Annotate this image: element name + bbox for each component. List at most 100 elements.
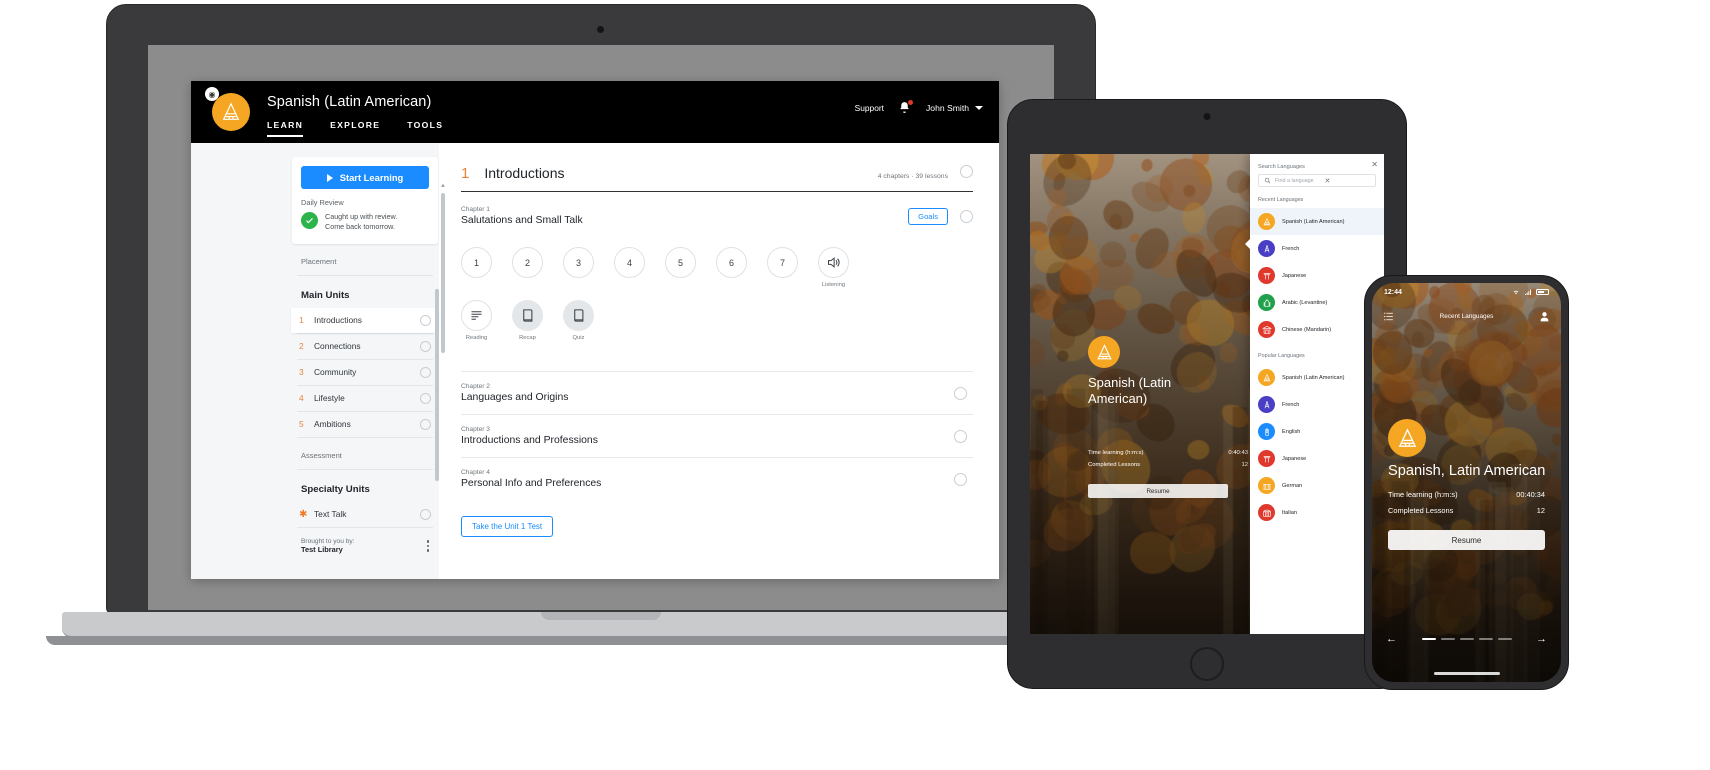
chevron-down-icon xyxy=(975,106,983,110)
sidebar-unit-lifestyle[interactable]: 4 Lifestyle xyxy=(291,386,439,411)
brought-by-label: Brought to you by: xyxy=(301,537,355,545)
tablet-resume-button[interactable]: Resume xyxy=(1088,484,1228,498)
stat-label: Completed Lessons xyxy=(1388,506,1454,515)
stat-label: Completed Lessons xyxy=(1088,462,1141,468)
progress-ring-icon xyxy=(420,508,431,520)
lesson-2-button[interactable]: 2 xyxy=(512,247,543,278)
book-icon[interactable] xyxy=(563,300,594,331)
placement-label[interactable]: Placement xyxy=(291,244,439,275)
laptop-camera-icon xyxy=(597,26,604,33)
pyramid-icon xyxy=(1088,336,1120,368)
list-menu-icon[interactable] xyxy=(1382,310,1395,323)
activity-item: Quiz xyxy=(563,300,594,341)
laptop-notch xyxy=(541,612,661,620)
play-icon xyxy=(326,173,333,182)
assessment-label[interactable]: Assessment xyxy=(291,438,439,469)
unit-label: Text Talk xyxy=(314,509,347,520)
torii-gate-icon xyxy=(1258,450,1275,467)
tablet-device: Spanish (Latin American) Time learning (… xyxy=(1007,99,1407,689)
lesson-5-button[interactable]: 5 xyxy=(665,247,696,278)
phone-device: 12:44 Recent Languages Spanish, Latin Am… xyxy=(1364,275,1569,690)
take-unit-test-button[interactable]: Take the Unit 1 Test xyxy=(461,516,554,537)
start-learning-button[interactable]: Start Learning xyxy=(301,166,429,189)
language-name: German xyxy=(1282,482,1303,489)
sidebar-unit-ambitions[interactable]: 5 Ambitions xyxy=(291,412,439,437)
clear-icon[interactable]: ✕ xyxy=(1325,177,1371,185)
unit-header: 1 Introductions 4 chapters · 39 lessons xyxy=(461,165,973,182)
pyramid-icon xyxy=(1258,369,1275,386)
pyramid-icon[interactable] xyxy=(212,93,250,131)
lesson-7-button[interactable]: 7 xyxy=(767,247,798,278)
chapter-row[interactable]: Chapter 4 Personal Info and Preferences xyxy=(461,457,973,500)
scroll-up-icon[interactable]: ▲ xyxy=(440,183,446,189)
nav-item-learn[interactable]: LEARN xyxy=(267,120,304,137)
lesson-3-button[interactable]: 3 xyxy=(563,247,594,278)
reading-lines-icon[interactable] xyxy=(461,300,492,331)
eiffel-tower-icon xyxy=(1258,396,1275,413)
unit-number: 4 xyxy=(299,393,304,404)
book-icon[interactable] xyxy=(512,300,543,331)
notification-bell-icon[interactable] xyxy=(898,100,913,115)
nav-item-explore[interactable]: EXPLORE xyxy=(330,120,380,137)
language-item-french[interactable]: French xyxy=(1250,235,1384,262)
language-name: Spanish (Latin American) xyxy=(1282,218,1345,225)
nav-item-tools[interactable]: TOOLS xyxy=(407,120,443,137)
chapter-label: Chapter 1 xyxy=(461,206,490,213)
eiffel-tower-icon xyxy=(1258,240,1275,257)
chapter-progress-ring-icon xyxy=(954,386,967,400)
unit-label: Connections xyxy=(314,341,361,352)
phone-home-indicator[interactable] xyxy=(1433,672,1500,675)
activity-label: Reading xyxy=(465,335,488,341)
big-ben-icon xyxy=(1258,423,1275,440)
unit-number: 5 xyxy=(299,419,304,430)
tablet-camera-icon xyxy=(1203,113,1211,120)
temple-icon xyxy=(1258,321,1275,338)
unit-number: 3 xyxy=(299,367,304,378)
close-icon[interactable]: ✕ xyxy=(1371,160,1378,169)
phone-stat-lessons: Completed Lessons 12 xyxy=(1388,506,1545,515)
account-icon[interactable] xyxy=(1538,310,1551,323)
arrow-right-icon[interactable]: → xyxy=(1536,633,1547,645)
check-circle-icon xyxy=(301,212,318,229)
user-menu[interactable]: John Smith xyxy=(926,103,983,113)
topbar-right-actions: Support John Smith xyxy=(855,100,983,115)
sidebar-unit-introductions[interactable]: 1 Introductions xyxy=(291,307,439,333)
page-dots xyxy=(1421,638,1512,640)
page-dot[interactable] xyxy=(1497,638,1512,640)
page-dot[interactable] xyxy=(1440,638,1455,640)
lesson-item: 2 xyxy=(512,247,543,278)
sidebar-unit-connections[interactable]: 2 Connections xyxy=(291,334,439,359)
search-placeholder: Find a language xyxy=(1275,177,1314,184)
chapter-row[interactable]: Chapter 3 Introductions and Professions xyxy=(461,414,973,457)
laptop-foot xyxy=(46,636,1156,645)
language-search-input[interactable]: Find a language ✕ xyxy=(1258,174,1376,187)
language-item-spanish[interactable]: Spanish (Latin American) xyxy=(1250,208,1384,235)
chapter-progress-ring-icon xyxy=(960,209,973,223)
sidebar-unit-text-talk[interactable]: ✱ Text Talk xyxy=(291,502,439,527)
arrow-left-icon[interactable]: ← xyxy=(1386,633,1397,645)
activity-label: Quiz xyxy=(572,335,585,341)
chapter-row[interactable]: Chapter 2 Languages and Origins xyxy=(461,371,973,414)
listening-item: Listening xyxy=(818,247,849,288)
pyramid-icon xyxy=(1388,419,1426,457)
support-link[interactable]: Support xyxy=(855,103,884,113)
sidebar-unit-community[interactable]: 3 Community xyxy=(291,360,439,385)
page-dot[interactable] xyxy=(1478,638,1493,640)
lesson-6-button[interactable]: 6 xyxy=(716,247,747,278)
tablet-stat-time: Time learning (h:m:s) 0:40:43 xyxy=(1088,450,1248,456)
speaker-wave-icon[interactable] xyxy=(818,247,849,278)
page-dot[interactable] xyxy=(1459,638,1474,640)
goals-button[interactable]: Goals xyxy=(908,207,948,225)
tablet-home-button[interactable] xyxy=(1190,647,1224,681)
colosseum-icon xyxy=(1258,504,1275,521)
phone-resume-button[interactable]: Resume xyxy=(1388,530,1545,550)
phone-nav-title: Recent Languages xyxy=(1439,312,1494,320)
daily-review-line1: Caught up with review. xyxy=(325,212,398,221)
lesson-circles-row: 1 2 3 4 5 6 7 Listening xyxy=(461,247,973,288)
lesson-1-button[interactable]: 1 xyxy=(461,247,492,278)
page-dot[interactable] xyxy=(1421,638,1436,640)
content-scrollbar[interactable] xyxy=(441,193,445,353)
more-vertical-icon[interactable] xyxy=(426,540,429,554)
lesson-4-button[interactable]: 4 xyxy=(614,247,645,278)
chapter-progress-ring-icon xyxy=(954,472,967,486)
